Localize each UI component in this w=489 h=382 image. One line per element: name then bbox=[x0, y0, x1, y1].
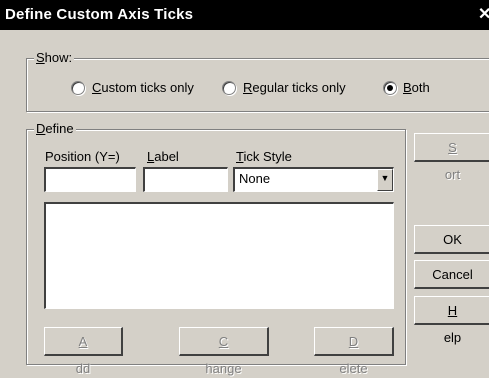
title-bar[interactable]: Define Custom Axis Ticks ✕ bbox=[0, 0, 489, 30]
window-title: Define Custom Axis Ticks bbox=[5, 6, 194, 23]
sort-button[interactable]: Sort bbox=[414, 133, 489, 182]
both-radio[interactable] bbox=[383, 81, 397, 95]
define-custom-axis-ticks-dialog: Define Custom Axis Ticks ✕ Show: Custom … bbox=[0, 0, 489, 378]
add-button[interactable]: Add bbox=[44, 327, 123, 376]
both-label[interactable]: Both bbox=[403, 80, 430, 95]
position-field[interactable] bbox=[44, 167, 136, 192]
change-button[interactable]: Change bbox=[179, 327, 269, 376]
regular-ticks-only-radio[interactable] bbox=[222, 81, 236, 95]
label-field[interactable] bbox=[143, 167, 228, 192]
ok-button[interactable]: OK bbox=[414, 225, 489, 254]
ticks-listbox[interactable] bbox=[44, 202, 394, 309]
help-button[interactable]: Help bbox=[414, 296, 489, 345]
define-group-label: Define bbox=[34, 121, 76, 136]
position-label: Position (Y=) bbox=[45, 149, 120, 164]
radio-selected-dot bbox=[387, 85, 393, 91]
position-input[interactable] bbox=[46, 169, 135, 191]
custom-ticks-only-label[interactable]: Custom ticks only bbox=[92, 80, 194, 95]
show-group-label: Show: bbox=[34, 50, 75, 65]
tick-style-value: None bbox=[239, 171, 271, 186]
custom-ticks-only-radio[interactable] bbox=[71, 81, 85, 95]
cancel-button[interactable]: Cancel bbox=[414, 260, 489, 289]
regular-ticks-only-label[interactable]: Regular ticks only bbox=[243, 80, 346, 95]
label-input[interactable] bbox=[145, 169, 227, 191]
close-icon[interactable]: ✕ bbox=[478, 5, 489, 25]
chevron-down-icon[interactable]: ▼ bbox=[377, 169, 393, 191]
label-label: Label bbox=[147, 149, 179, 164]
tick-style-select[interactable]: None ▼ bbox=[233, 167, 394, 192]
tick-style-label: Tick Style bbox=[236, 149, 292, 164]
delete-button[interactable]: Delete bbox=[314, 327, 394, 376]
